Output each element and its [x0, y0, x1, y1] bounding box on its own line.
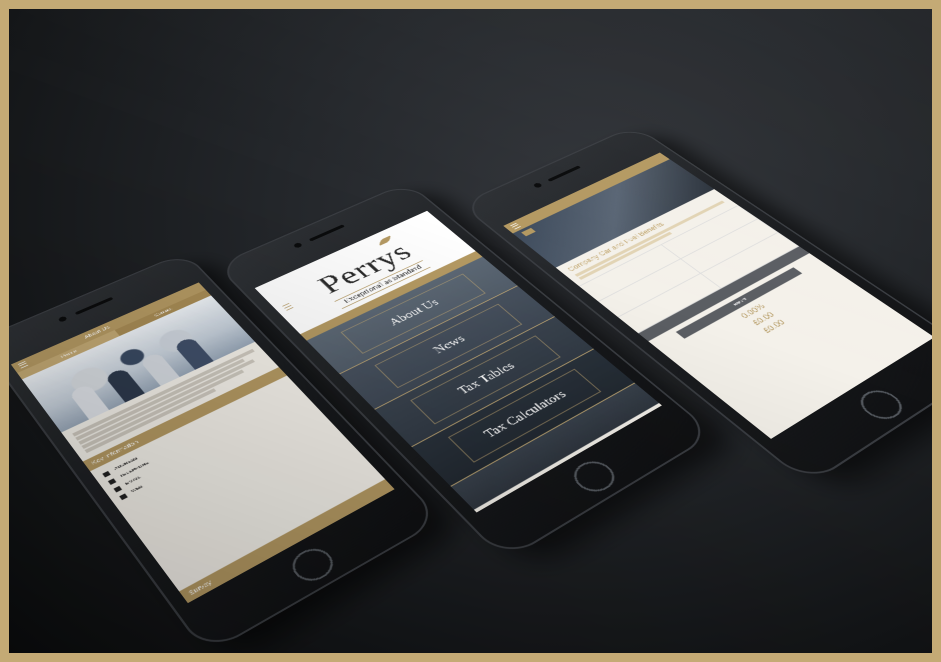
camera-icon [57, 315, 68, 323]
speaker-grille [547, 165, 582, 182]
map-pin-icon [102, 470, 111, 478]
speaker-grille [74, 296, 114, 316]
footer-label: Survey [187, 579, 214, 597]
globe-icon [119, 493, 128, 501]
mockup-stage: About Us Profile Contact Key Information… [9, 9, 932, 653]
mail-icon [113, 485, 123, 493]
footer-bar[interactable]: Survey [179, 479, 395, 604]
camera-icon [292, 242, 304, 249]
home-button[interactable] [285, 542, 341, 588]
phone-icon [107, 478, 117, 485]
web-label: WEB [130, 484, 145, 494]
home-button[interactable] [566, 455, 623, 498]
home-button[interactable] [852, 385, 910, 425]
menu-icon[interactable] [510, 222, 521, 230]
speaker-grille [308, 224, 346, 242]
back-button[interactable] [521, 227, 536, 237]
camera-icon [532, 182, 543, 189]
photo-frame: About Us Profile Contact Key Information… [9, 9, 932, 653]
person-figure [104, 367, 145, 403]
email-label: EMAIL [124, 475, 143, 487]
address-label: ADDRESS [113, 456, 139, 472]
